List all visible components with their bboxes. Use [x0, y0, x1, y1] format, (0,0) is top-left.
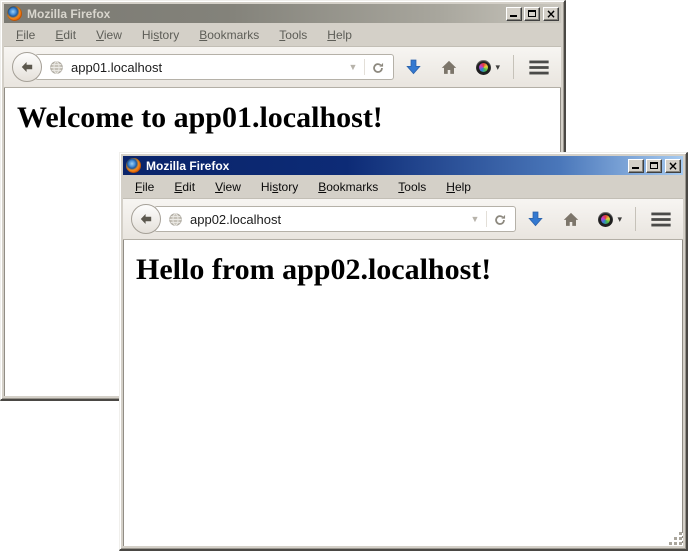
maximize-button[interactable] [646, 159, 662, 173]
toolbar-icons: ▾ [394, 55, 553, 79]
reload-button[interactable] [364, 59, 389, 75]
page-content: Hello from app02.localhost! [123, 240, 683, 546]
menu-history[interactable]: History [251, 177, 308, 197]
menu-tools[interactable]: Tools [269, 25, 317, 45]
back-button[interactable] [12, 52, 42, 82]
home-icon [440, 59, 458, 76]
arrow-left-icon [138, 211, 154, 227]
home-button[interactable] [562, 211, 580, 228]
download-button[interactable] [405, 58, 422, 76]
menu-edit[interactable]: Edit [164, 177, 205, 197]
toolbar-separator [513, 55, 514, 79]
close-icon: × [668, 161, 678, 171]
lens-caret-icon: ▾ [495, 62, 500, 73]
menu-bookmarks[interactable]: Bookmarks [189, 25, 269, 45]
maximize-icon [528, 10, 536, 17]
page-heading: Welcome to app01.localhost! [17, 101, 560, 135]
url-text[interactable]: app02.localhost [190, 212, 464, 227]
lens-button[interactable]: ▾ [598, 212, 622, 227]
maximize-button[interactable] [524, 7, 540, 21]
reload-icon [493, 213, 507, 227]
firefox-icon[interactable] [126, 158, 141, 173]
menu-help[interactable]: Help [317, 25, 362, 45]
menu-panel-button[interactable] [529, 60, 549, 75]
close-button[interactable]: × [543, 7, 559, 21]
url-text[interactable]: app01.localhost [71, 60, 342, 75]
home-button[interactable] [440, 59, 458, 76]
titlebar[interactable]: Mozilla Firefox × [4, 4, 561, 23]
menu-view[interactable]: View [86, 25, 132, 45]
window-title: Mozilla Firefox [146, 159, 626, 173]
url-bar[interactable]: app01.localhost ▼ [35, 54, 394, 80]
download-button[interactable] [527, 210, 544, 228]
menu-file[interactable]: File [6, 25, 45, 45]
page-heading: Hello from app02.localhost! [136, 253, 682, 287]
menu-bookmarks[interactable]: Bookmarks [308, 177, 388, 197]
color-lens-icon [476, 60, 491, 75]
firefox-icon[interactable] [7, 6, 22, 21]
download-icon [405, 58, 422, 76]
globe-icon[interactable] [49, 60, 64, 75]
arrow-left-icon [19, 59, 35, 75]
download-icon [527, 210, 544, 228]
url-dropdown-icon[interactable]: ▼ [464, 212, 487, 226]
home-icon [562, 211, 580, 228]
menu-bar: File Edit View History Bookmarks Tools H… [4, 23, 561, 46]
back-button[interactable] [131, 204, 161, 234]
minimize-button[interactable] [506, 7, 522, 21]
hamburger-icon [651, 212, 671, 227]
menu-file[interactable]: File [125, 177, 164, 197]
color-lens-icon [598, 212, 613, 227]
menu-help[interactable]: Help [436, 177, 481, 197]
titlebar[interactable]: Mozilla Firefox × [123, 156, 683, 175]
toolbar-icons: ▾ [516, 207, 675, 231]
lens-button[interactable]: ▾ [476, 60, 500, 75]
menu-panel-button[interactable] [651, 212, 671, 227]
menu-bar: File Edit View History Bookmarks Tools H… [123, 175, 683, 198]
menu-history[interactable]: History [132, 25, 189, 45]
navigation-toolbar: app02.localhost ▼ ▾ [123, 198, 683, 240]
menu-view[interactable]: View [205, 177, 251, 197]
close-icon: × [546, 9, 556, 19]
toolbar-separator [635, 207, 636, 231]
maximize-icon [650, 162, 658, 169]
reload-button[interactable] [486, 211, 511, 227]
lens-caret-icon: ▾ [617, 214, 622, 225]
resize-grip[interactable] [669, 532, 682, 545]
globe-icon[interactable] [168, 212, 183, 227]
window-title: Mozilla Firefox [27, 7, 504, 21]
firefox-window-app02[interactable]: Mozilla Firefox × File Edit View History… [119, 152, 688, 551]
navigation-toolbar: app01.localhost ▼ ▾ [4, 46, 561, 88]
reload-icon [371, 61, 385, 75]
minimize-icon [632, 167, 639, 169]
url-bar[interactable]: app02.localhost ▼ [154, 206, 516, 232]
menu-edit[interactable]: Edit [45, 25, 86, 45]
minimize-button[interactable] [628, 159, 644, 173]
minimize-icon [510, 15, 517, 17]
hamburger-icon [529, 60, 549, 75]
menu-tools[interactable]: Tools [388, 177, 436, 197]
url-dropdown-icon[interactable]: ▼ [342, 60, 365, 74]
close-button[interactable]: × [665, 159, 681, 173]
